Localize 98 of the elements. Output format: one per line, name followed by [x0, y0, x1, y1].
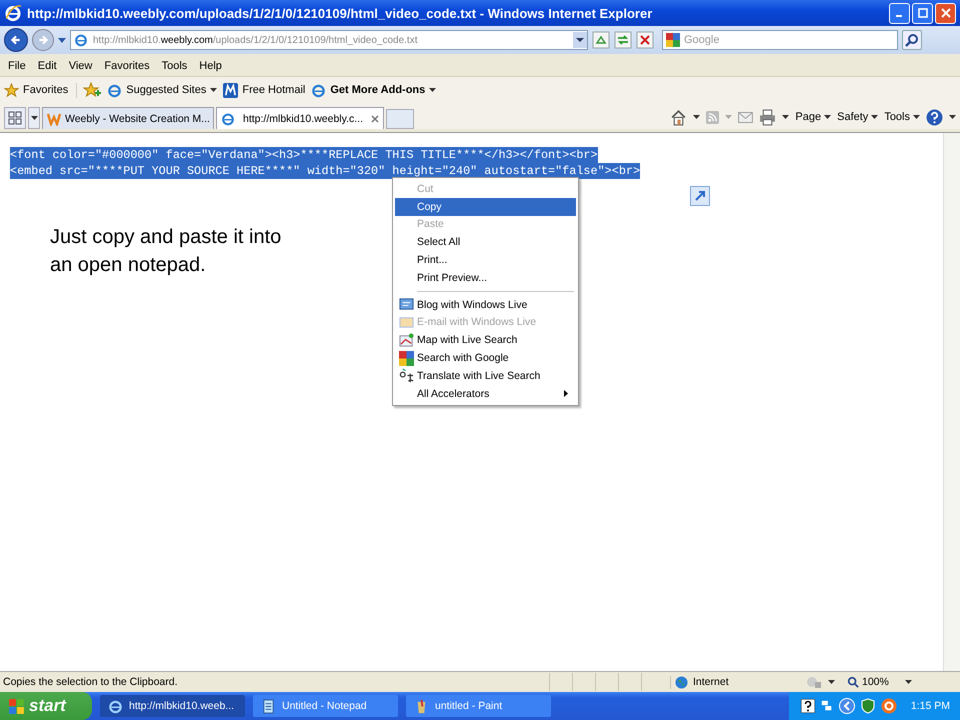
search-icon	[905, 33, 919, 47]
quick-tabs-button[interactable]	[4, 107, 26, 129]
close-button[interactable]	[935, 2, 956, 24]
add-favorite-icon[interactable]	[83, 82, 102, 98]
close-tab-icon[interactable]	[371, 114, 379, 122]
shield-icon[interactable]	[860, 698, 875, 714]
caret-icon	[30, 116, 38, 120]
browser-tab[interactable]: Weebly - Website Creation M...	[42, 107, 214, 129]
context-menu-item[interactable]: Translate with Live Search	[395, 366, 576, 385]
caret-icon	[913, 115, 920, 119]
magnifier-icon	[847, 676, 859, 688]
context-menu-item[interactable]: Search with Google	[395, 349, 576, 367]
zoom-button[interactable]: 100%	[847, 676, 899, 688]
collapse-icon[interactable]	[838, 698, 855, 714]
dropdown-icon[interactable]	[573, 32, 587, 48]
context-menu-item[interactable]: Select All	[395, 233, 576, 252]
context-menu-item[interactable]: Blog with Windows Live	[395, 296, 576, 314]
ie-logo-icon	[311, 82, 326, 98]
star-icon	[4, 82, 19, 98]
context-menu-item[interactable]: Print Preview...	[395, 268, 576, 287]
back-button[interactable]	[4, 28, 28, 52]
taskbar-button[interactable]: untitled - Paint	[406, 695, 551, 717]
taskbar-button[interactable]: Untitled - Notepad	[253, 695, 398, 717]
forward-arrow-icon	[37, 34, 49, 46]
globe-icon	[675, 676, 688, 688]
search-button[interactable]	[902, 30, 922, 50]
address-field[interactable]: http://mlbkid10.weebly.com/uploads/1/2/1/0/1210109/html_video_code.txt	[70, 30, 588, 50]
favorites-link[interactable]: Get More Add-ons	[311, 82, 436, 98]
submenu-arrow-icon	[564, 390, 568, 398]
caret-icon	[210, 88, 218, 92]
note-text: Just copy and paste it into an open notepad.	[50, 225, 282, 278]
favorites-link[interactable]: Free Hotmail	[223, 82, 306, 98]
help-icon[interactable]	[926, 108, 943, 126]
back-arrow-icon	[10, 34, 22, 46]
scrollbar[interactable]	[943, 133, 960, 671]
browser-tab[interactable]: http://mlbkid10.weebly.c...	[216, 107, 384, 129]
favorites-link[interactable]: Suggested Sites	[107, 82, 218, 98]
stop-icon[interactable]	[636, 31, 654, 49]
caret-icon	[871, 115, 878, 119]
maximize-button[interactable]	[912, 2, 933, 24]
maximize-icon	[918, 8, 928, 18]
taskbar-button[interactable]: http://mlbkid10.weeb...	[100, 695, 245, 717]
blog-icon	[398, 297, 414, 312]
accelerator-icon[interactable]	[690, 186, 710, 206]
menu-item[interactable]: View	[62, 60, 98, 72]
context-menu-item[interactable]: Print...	[395, 251, 576, 269]
caret-icon[interactable]	[905, 680, 912, 684]
caret-icon[interactable]	[782, 115, 790, 119]
w-logo-icon	[47, 112, 61, 126]
grid-icon	[8, 111, 22, 125]
menu-item[interactable]: Tools	[156, 60, 194, 72]
menu-item[interactable]: Help	[193, 60, 228, 72]
command-menu[interactable]: Page	[795, 111, 832, 123]
translate-icon	[398, 368, 414, 384]
caret-icon[interactable]	[58, 38, 66, 42]
caret-icon[interactable]	[693, 115, 700, 119]
menu-item[interactable]: Edit	[32, 60, 63, 72]
url-text: http://mlbkid10.weebly.com/uploads/1/2/1/0/1210109/html_video_code.txt	[93, 34, 418, 46]
context-menu-item[interactable]: All Accelerators	[395, 384, 576, 403]
caret-icon[interactable]	[828, 680, 835, 684]
help-icon[interactable]	[800, 699, 815, 713]
refresh-icon[interactable]	[614, 31, 632, 49]
mail-icon	[398, 314, 414, 330]
caret-icon[interactable]	[949, 115, 956, 119]
context-menu-item[interactable]: Copy	[395, 198, 576, 216]
notepad-icon	[261, 698, 276, 714]
window-title: http://mlbkid10.weebly.com/uploads/1/2/1/0/1210109/html_video_code.txt - Windows Internet Explorer	[27, 6, 654, 20]
home-icon[interactable]	[670, 108, 688, 126]
printer-icon[interactable]	[759, 108, 776, 126]
map-icon	[398, 332, 414, 348]
menu-item[interactable]: File	[2, 60, 32, 72]
ie-logo-icon	[108, 698, 123, 714]
command-menu[interactable]: Safety	[837, 111, 878, 123]
minimize-icon	[896, 15, 902, 17]
windows-logo-icon	[8, 698, 25, 714]
search-field[interactable]: Google	[662, 30, 898, 50]
zone-indicator: Internet	[670, 676, 800, 688]
ie-logo-icon	[107, 82, 122, 98]
hotmail-logo-icon	[223, 82, 238, 98]
network-icon[interactable]	[820, 699, 833, 713]
command-menu[interactable]: Tools	[884, 111, 920, 123]
page-icon	[74, 33, 88, 47]
google-icon	[398, 350, 414, 366]
tab-list-button[interactable]	[28, 107, 40, 129]
close-icon	[940, 8, 950, 18]
favorites-button[interactable]: Favorites	[4, 82, 78, 98]
clock: 1:15 PM	[910, 700, 950, 712]
ie-logo-icon	[221, 112, 235, 126]
google-logo-icon	[666, 33, 680, 47]
status-text: Copies the selection to the Clipboard.	[3, 676, 179, 688]
context-menu-item[interactable]: Map with Live Search	[395, 331, 576, 350]
tray-app-icon[interactable]	[880, 698, 897, 714]
caret-icon	[429, 88, 436, 92]
ie-logo-icon	[4, 4, 22, 22]
caret-icon	[824, 115, 832, 119]
menu-item[interactable]: Favorites	[98, 60, 156, 72]
compatibility-icon[interactable]	[592, 31, 610, 49]
minimize-button[interactable]	[889, 2, 910, 24]
